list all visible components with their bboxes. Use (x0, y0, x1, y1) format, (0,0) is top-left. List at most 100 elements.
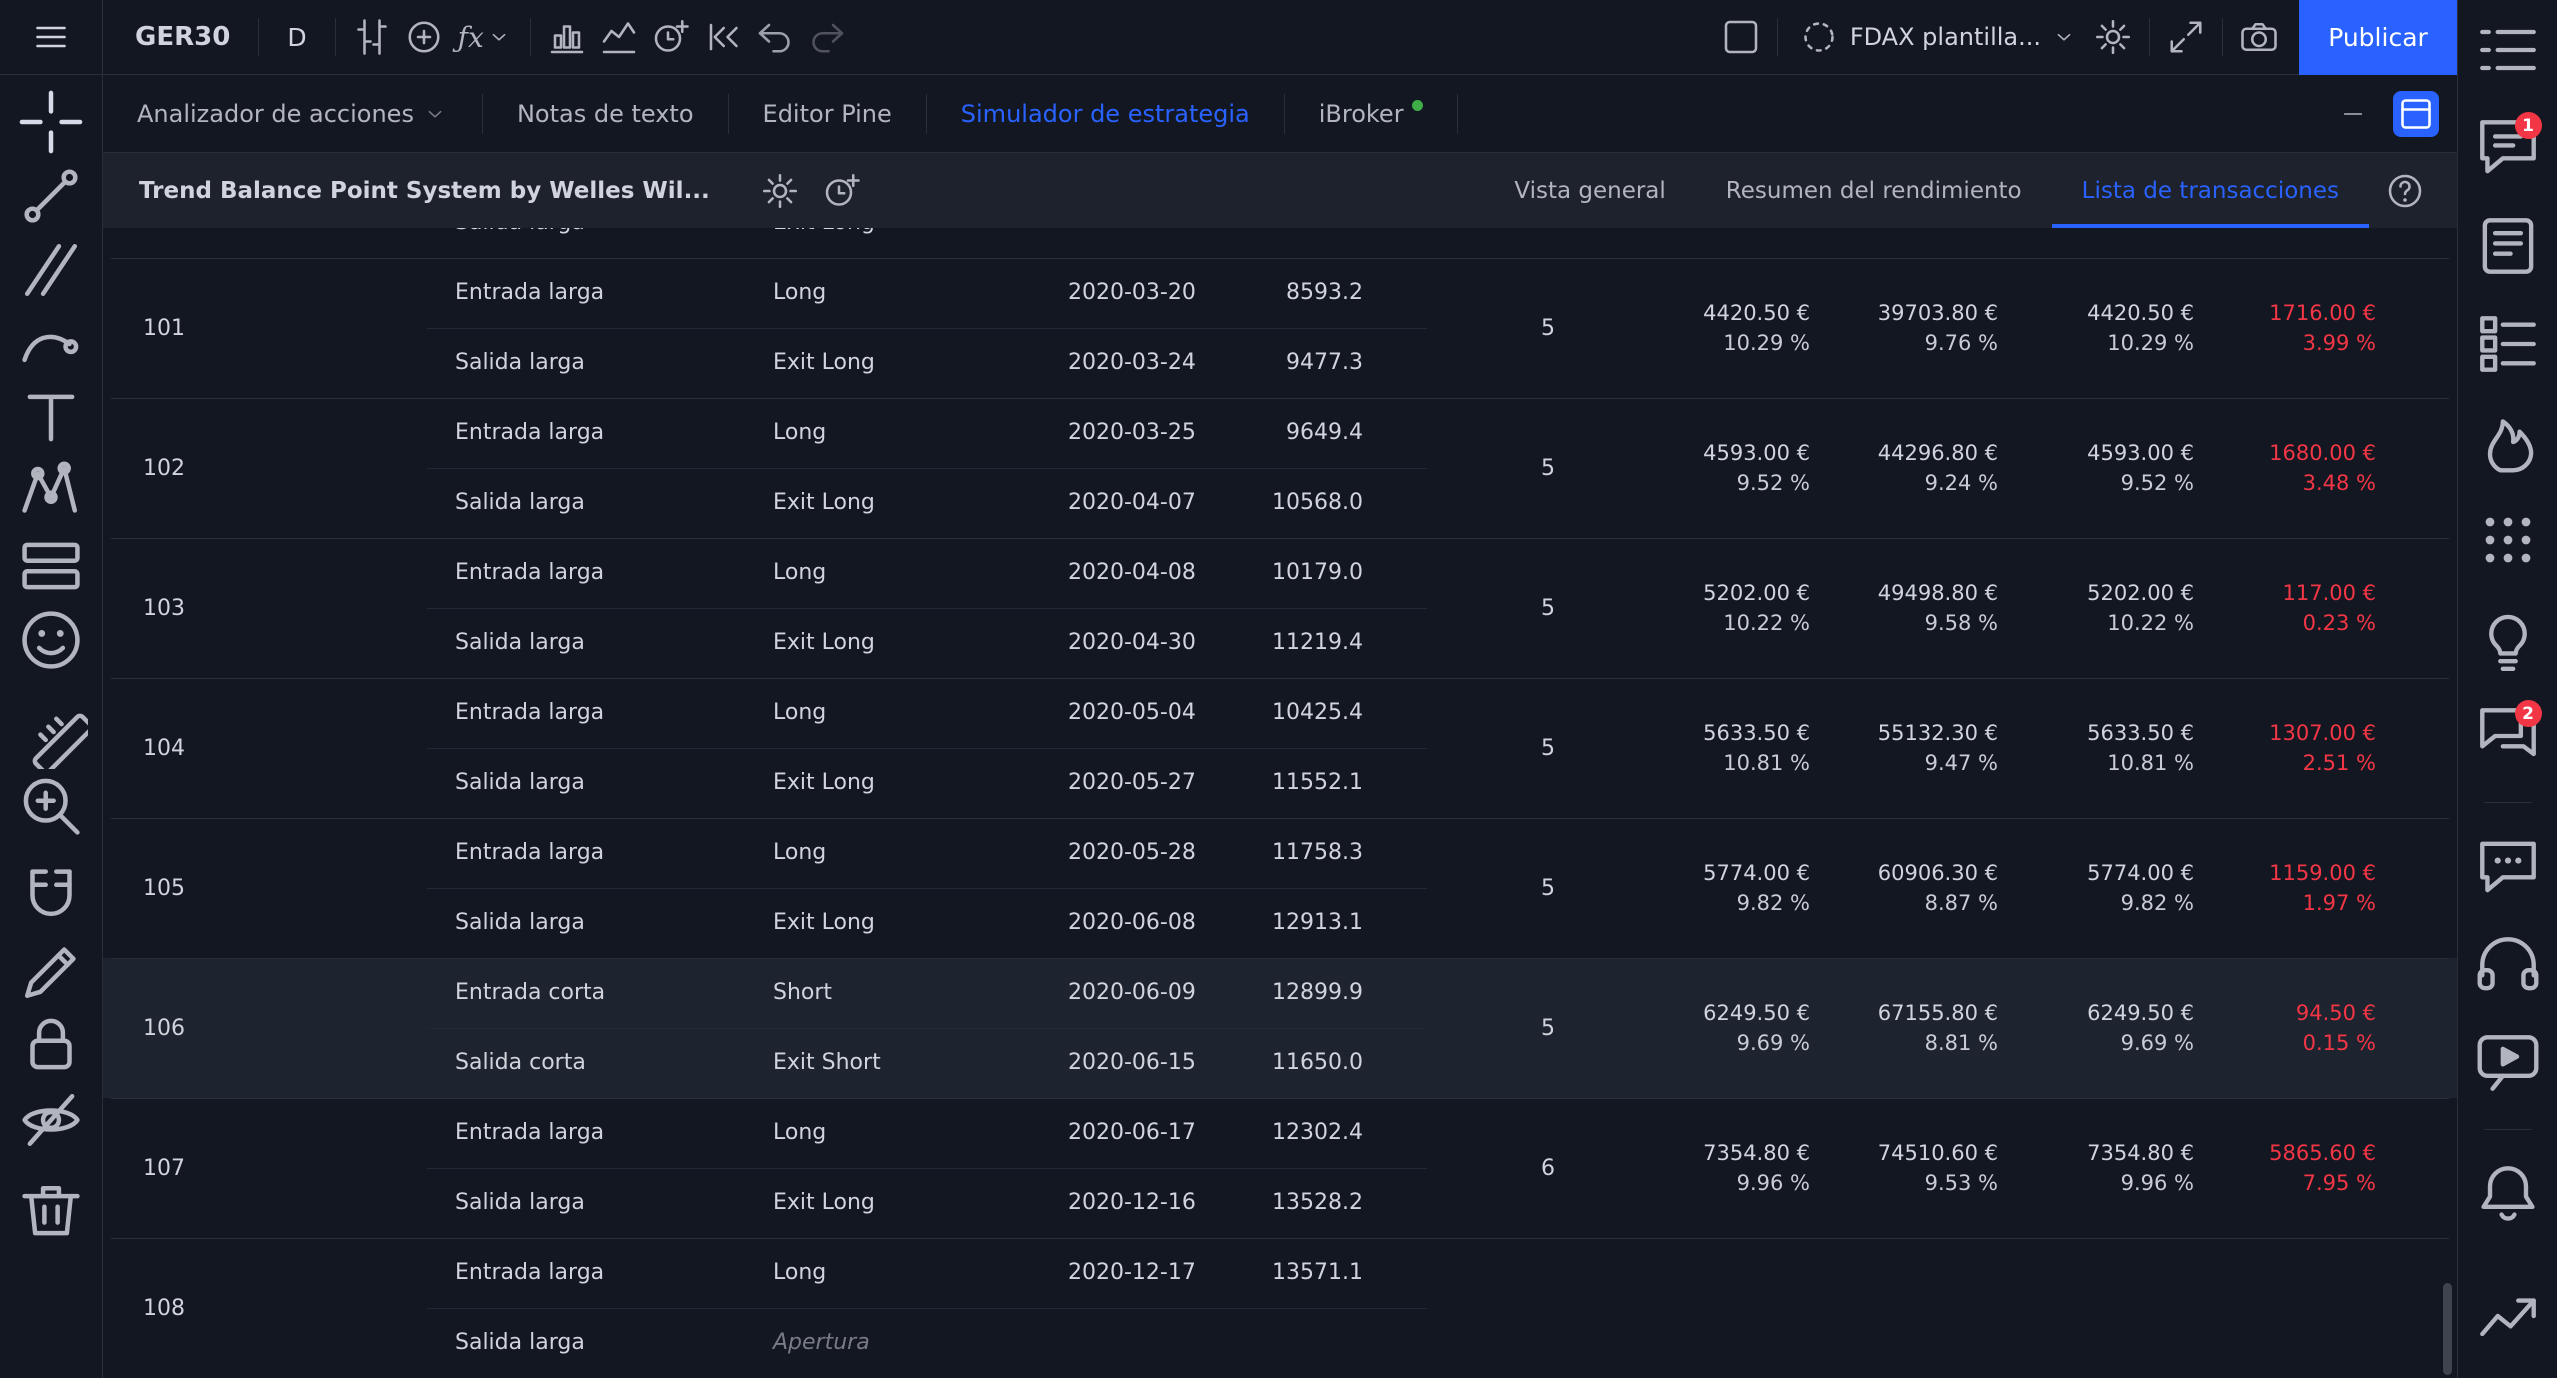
trade-row[interactable]: 108 Entrada larga Long 2020-12-17 13571.… (103, 1238, 2457, 1378)
trade-entry-type: Entrada larga (455, 398, 604, 468)
add-alert-button[interactable] (645, 9, 697, 65)
panel-news[interactable] (2472, 210, 2544, 282)
tool-zoom-in[interactable] (14, 769, 88, 843)
tool-lock[interactable] (14, 1009, 88, 1083)
panel-streams[interactable] (2472, 929, 2544, 1001)
tool-magnet[interactable] (14, 861, 88, 935)
tool-fib-retracement[interactable] (14, 233, 88, 307)
panel-zigzag-arrow[interactable] (2472, 1280, 2544, 1352)
tool-xabcd-pattern[interactable] (14, 455, 88, 529)
trade-profit: 5202.00 €10.22 % (1630, 538, 1810, 678)
strategy-settings-button[interactable] (754, 163, 806, 219)
tab-stock-analyzer[interactable]: Analizador de acciones (103, 75, 482, 152)
panel-chat[interactable]: 2 (2472, 700, 2544, 772)
tab-pine-editor[interactable]: Editor Pine (729, 75, 926, 152)
tab-strategy-tester[interactable]: Simulador de estrategia (927, 75, 1284, 152)
brush-icon (14, 307, 88, 381)
view-trades-list[interactable]: Lista de transacciones (2052, 153, 2369, 228)
trade-exit-signal: Exit Long (773, 1168, 875, 1238)
tool-trendline[interactable] (14, 159, 88, 233)
snapshot-button[interactable] (2233, 9, 2285, 65)
trade-row[interactable]: 106 Entrada corta Short 2020-06-09 12899… (103, 958, 2457, 1098)
undo-button[interactable] (749, 9, 801, 65)
panel-hotlists[interactable] (2472, 406, 2544, 478)
scrollbar-thumb[interactable] (2443, 1283, 2452, 1375)
panel-ideas[interactable]: 1 (2472, 112, 2544, 184)
tool-ruler[interactable] (14, 695, 88, 769)
trade-exit-type: Salida corta (455, 1028, 586, 1098)
tool-text[interactable] (14, 381, 88, 455)
panel-video-ideas[interactable] (2472, 1027, 2544, 1099)
interval-button[interactable]: D (269, 9, 324, 65)
help-button[interactable] (2379, 163, 2431, 219)
tool-drawing-pencil[interactable] (14, 935, 88, 1009)
trade-row[interactable]: 102 Entrada larga Long 2020-03-25 9649.4… (103, 398, 2457, 538)
trade-profit: 4420.50 €10.29 % (1630, 258, 1810, 398)
video-ideas-icon (2472, 1027, 2544, 1099)
trade-drawdown: 5865.60 €7.95 % (2196, 1098, 2376, 1238)
trade-contracts: 5 (1383, 538, 1555, 678)
trade-entry-type: Entrada corta (455, 958, 605, 1028)
bar-replay-button[interactable] (697, 9, 749, 65)
fullscreen-button[interactable] (2160, 9, 2212, 65)
trade-entry-signal: Short (773, 958, 832, 1028)
tab-divider (1457, 94, 1458, 134)
symbol-button[interactable]: GER30 (117, 9, 248, 65)
trade-row[interactable]: 101 Entrada larga Long 2020-03-20 8593.2… (103, 258, 2457, 398)
trade-exit-signal: Apertura (773, 1308, 870, 1378)
tool-brush[interactable] (14, 307, 88, 381)
undo-icon (754, 16, 796, 58)
drawing-pencil-icon (14, 935, 88, 1009)
trade-entry-price: 10179.0 (1183, 538, 1363, 608)
compare-button[interactable] (398, 9, 450, 65)
trade-entry-type: Entrada larga (455, 818, 604, 888)
tool-long-position[interactable] (14, 529, 88, 603)
chart-metrics-button[interactable] (593, 9, 645, 65)
watchlist-icon (2472, 14, 2544, 86)
trade-cumulative-profit: 67155.80 €8.81 % (1818, 958, 1998, 1098)
trade-drawdown: 94.50 €0.15 % (2196, 958, 2376, 1098)
bar-style-button[interactable] (346, 9, 398, 65)
minimize-panel-button[interactable] (2327, 86, 2379, 142)
layout-button[interactable] (1715, 9, 1767, 65)
settings-button[interactable] (2087, 9, 2139, 65)
template-button[interactable]: FDAX plantilla... (1788, 9, 2087, 65)
trade-entry-signal: Long (773, 1098, 826, 1168)
publish-button[interactable]: Publicar (2299, 0, 2457, 75)
tool-eye-off[interactable] (14, 1083, 88, 1157)
trade-cumulative-profit: 60906.30 €8.87 % (1818, 818, 1998, 958)
strategy-alert-button[interactable] (816, 163, 868, 219)
trade-row[interactable]: 104 Entrada larga Long 2020-05-04 10425.… (103, 678, 2457, 818)
panel-calendar[interactable] (2472, 504, 2544, 576)
trade-exit-type: Salida larga (455, 748, 585, 818)
panel-watchlist[interactable] (2472, 14, 2544, 86)
tool-crosshair[interactable] (14, 85, 88, 159)
panel-bell[interactable] (2472, 1158, 2544, 1230)
trade-entry-signal: Long (773, 818, 826, 888)
indicators-button[interactable]: ƒx (450, 9, 520, 65)
tab-ibroker[interactable]: iBroker (1285, 75, 1457, 152)
trade-entry-price: 9649.4 (1183, 398, 1363, 468)
financials-button[interactable] (541, 9, 593, 65)
view-performance-summary[interactable]: Resumen del rendimiento (1696, 153, 2052, 228)
trade-cumulative-profit: 44296.80 €9.24 % (1818, 398, 1998, 538)
tool-trash[interactable] (14, 1175, 88, 1249)
toolbar-divider (1777, 18, 1778, 56)
main-menu-button[interactable] (14, 0, 88, 74)
toolbar-divider (335, 18, 336, 56)
panel-comments[interactable] (2472, 831, 2544, 903)
tool-emoji[interactable] (14, 603, 88, 677)
panel-lightbulb[interactable] (2472, 602, 2544, 674)
trade-row[interactable]: 107 Entrada larga Long 2020-06-17 12302.… (103, 1098, 2457, 1238)
crosshair-icon (14, 85, 88, 159)
redo-button[interactable] (801, 9, 853, 65)
report-views: Vista general Resumen del rendimiento Li… (1484, 153, 2457, 228)
view-overview[interactable]: Vista general (1484, 153, 1695, 228)
trade-row[interactable]: 103 Entrada larga Long 2020-04-08 10179.… (103, 538, 2457, 678)
panel-data-window[interactable] (2472, 308, 2544, 380)
trash-icon (14, 1175, 88, 1249)
maximize-panel-button[interactable] (2393, 91, 2439, 137)
trade-row[interactable]: 105 Entrada larga Long 2020-05-28 11758.… (103, 818, 2457, 958)
trade-exit-signal: Exit Short (773, 1028, 881, 1098)
tab-text-notes[interactable]: Notas de texto (483, 75, 728, 152)
